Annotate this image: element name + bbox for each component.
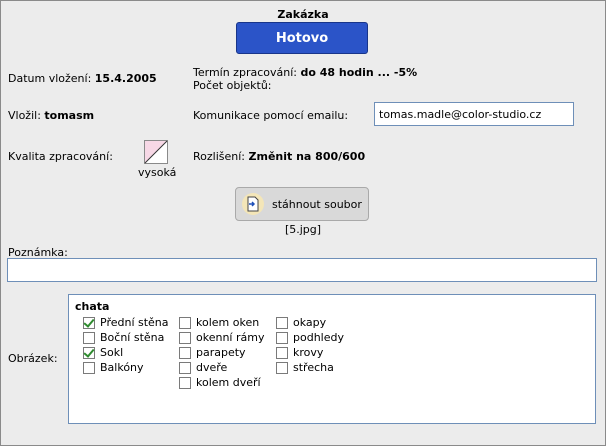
parts-column-3: okapy podhledy krovy střecha bbox=[276, 315, 344, 375]
part-checkbox-row[interactable]: okenní rámy bbox=[179, 330, 264, 345]
status-button[interactable]: Hotovo bbox=[236, 22, 368, 54]
checkbox[interactable] bbox=[276, 361, 288, 374]
checkbox[interactable] bbox=[83, 316, 95, 329]
part-checkbox-row[interactable]: okapy bbox=[276, 315, 344, 330]
checkbox[interactable] bbox=[179, 361, 191, 374]
date-field: Datum vložení: 15.4.2005 bbox=[8, 72, 157, 85]
part-checkbox-row[interactable]: krovy bbox=[276, 345, 344, 360]
deadline-label: Termín zpracování: bbox=[193, 66, 297, 79]
parts-column-2: kolem oken okenní rámy parapety dveře ko… bbox=[179, 315, 264, 390]
order-title: Zakázka bbox=[277, 8, 329, 21]
deadline-field: Termín zpracování: do 48 hodin ... -5% bbox=[193, 66, 417, 79]
download-file-label: stáhnout soubor bbox=[272, 197, 362, 211]
date-value: 15.4.2005 bbox=[94, 72, 157, 85]
part-checkbox-row[interactable]: parapety bbox=[179, 345, 264, 360]
checkbox[interactable] bbox=[179, 346, 191, 359]
checkbox[interactable] bbox=[276, 346, 288, 359]
checkbox[interactable] bbox=[179, 331, 191, 344]
download-file-icon bbox=[242, 193, 264, 215]
checkbox[interactable] bbox=[179, 316, 191, 329]
part-checkbox-row[interactable]: Přední stěna bbox=[83, 315, 169, 330]
quality-high-icon bbox=[144, 140, 168, 164]
parts-column-1: Přední stěna Boční stěna Sokl Balkóny bbox=[83, 315, 169, 375]
part-checkbox-row[interactable]: Boční stěna bbox=[83, 330, 169, 345]
note-input[interactable] bbox=[7, 258, 597, 282]
part-checkbox-row[interactable]: kolem dveří bbox=[179, 375, 264, 390]
resolution-change-link[interactable]: Změnit na 800/600 bbox=[249, 150, 366, 163]
checkbox[interactable] bbox=[83, 346, 95, 359]
checkbox[interactable] bbox=[83, 331, 95, 344]
checkbox[interactable] bbox=[83, 361, 95, 374]
image-parts-box: chata Přední stěna Boční stěna Sokl Balk… bbox=[68, 294, 596, 424]
part-checkbox-row[interactable]: podhledy bbox=[276, 330, 344, 345]
checkbox[interactable] bbox=[179, 376, 191, 389]
object-count-label: Počet objektů: bbox=[193, 79, 272, 92]
author-label: Vložil: bbox=[8, 109, 41, 122]
author-field: Vložil: tomasm bbox=[8, 109, 94, 122]
part-checkbox-row[interactable]: střecha bbox=[276, 360, 344, 375]
download-filename: [5.jpg] bbox=[284, 223, 322, 236]
quality-label: Kvalita zpracování: bbox=[8, 150, 113, 163]
resolution-field: Rozlišení: Změnit na 800/600 bbox=[193, 150, 365, 163]
download-file-button[interactable]: stáhnout soubor bbox=[235, 187, 369, 221]
resolution-label: Rozlišení: bbox=[193, 150, 245, 163]
checkbox[interactable] bbox=[276, 331, 288, 344]
image-label: Obrázek: bbox=[8, 352, 58, 365]
quality-value: vysoká bbox=[138, 166, 177, 179]
part-checkbox-row[interactable]: dveře bbox=[179, 360, 264, 375]
part-checkbox-row[interactable]: Balkóny bbox=[83, 360, 169, 375]
email-input[interactable] bbox=[374, 102, 574, 126]
deadline-value: do 48 hodin ... -5% bbox=[300, 66, 418, 79]
part-checkbox-row[interactable]: kolem oken bbox=[179, 315, 264, 330]
image-group-title: chata bbox=[75, 300, 110, 313]
date-label: Datum vložení: bbox=[8, 72, 92, 85]
author-value: tomasm bbox=[44, 109, 95, 122]
checkbox[interactable] bbox=[276, 316, 288, 329]
email-label: Komunikace pomocí emailu: bbox=[193, 109, 349, 122]
part-checkbox-row[interactable]: Sokl bbox=[83, 345, 169, 360]
